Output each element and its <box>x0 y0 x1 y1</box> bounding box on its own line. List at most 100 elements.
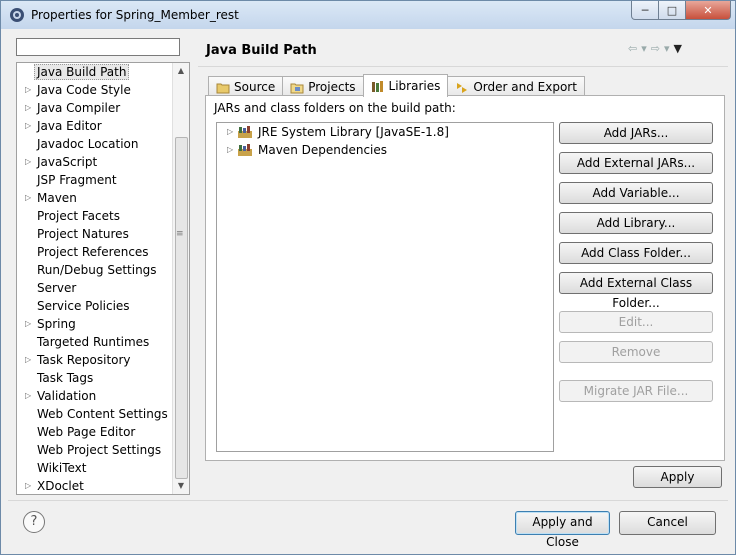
library-entry-label: Maven Dependencies <box>258 143 388 157</box>
view-menu-icon[interactable]: ▼ <box>674 42 682 55</box>
projects-folder-icon <box>290 81 304 94</box>
nav-item-label: JavaScript <box>37 155 98 169</box>
expand-arrow-icon[interactable]: ▷ <box>25 117 31 135</box>
order-export-icon <box>455 81 469 94</box>
expand-arrow-icon[interactable]: ▷ <box>227 123 233 141</box>
nav-item-label: Java Code Style <box>37 83 131 97</box>
nav-item[interactable]: ▷ Maven <box>17 189 173 207</box>
close-button[interactable]: ✕ <box>686 1 731 20</box>
expand-arrow-icon[interactable]: ▷ <box>25 153 31 171</box>
apply-and-close-button[interactable]: Apply and Close <box>515 511 610 549</box>
add-external-jars-button[interactable]: Add External JARs... <box>559 152 713 174</box>
nav-item[interactable]: ▷ Validation <box>17 387 173 405</box>
library-entry[interactable]: ▷ JRE System Library [JavaSE-1.8] <box>217 123 553 141</box>
nav-item[interactable]: Targeted Runtimes <box>17 333 173 351</box>
nav-item[interactable]: Java Build Path <box>17 63 173 81</box>
library-entry-label: JRE System Library [JavaSE-1.8] <box>258 125 449 139</box>
nav-item[interactable]: ▷ XDoclet <box>17 477 173 494</box>
nav-item[interactable]: ▷ Task Repository <box>17 351 173 369</box>
nav-item-label: Project Facets <box>37 209 120 223</box>
migrate-jar-button[interactable]: Migrate JAR File... <box>559 380 713 402</box>
expand-arrow-icon[interactable]: ▷ <box>25 351 31 369</box>
nav-item[interactable]: Project Natures <box>17 225 173 243</box>
nav-item-label: Run/Debug Settings <box>37 263 157 277</box>
expand-arrow-icon[interactable]: ▷ <box>227 141 233 159</box>
add-external-class-folder-button[interactable]: Add External Class Folder... <box>559 272 713 310</box>
nav-item[interactable]: WikiText <box>17 459 173 477</box>
nav-item-label: Service Policies <box>37 299 130 313</box>
minimize-button[interactable]: ─ <box>631 1 659 20</box>
nav-item[interactable]: JSP Fragment <box>17 171 173 189</box>
nav-item[interactable]: Web Content Settings <box>17 405 173 423</box>
build-path-tabs: Source Projects Libraries Order and Export <box>208 74 585 97</box>
nav-item[interactable]: Run/Debug Settings <box>17 261 173 279</box>
tab-projects[interactable]: Projects <box>282 76 364 97</box>
nav-item[interactable]: ▷ Java Compiler <box>17 99 173 117</box>
nav-item[interactable]: Service Policies <box>17 297 173 315</box>
scroll-up-icon[interactable]: ▲ <box>173 63 189 79</box>
help-icon[interactable]: ? <box>23 511 45 533</box>
back-menu-icon[interactable]: ▾ <box>641 42 647 55</box>
add-variable-button[interactable]: Add Variable... <box>559 182 713 204</box>
nav-item-label: Validation <box>37 389 97 403</box>
tree-scrollbar[interactable]: ▲ ≡ ▼ <box>172 63 189 494</box>
cancel-button[interactable]: Cancel <box>619 511 716 535</box>
nav-item[interactable]: ▷ Java Code Style <box>17 81 173 99</box>
nav-item[interactable]: ▷ Spring <box>17 315 173 333</box>
tab-libraries[interactable]: Libraries <box>362 74 449 97</box>
libraries-tree: ▷ JRE System Library [JavaSE-1.8] ▷ Maven D… <box>216 122 554 452</box>
forward-arrow-icon[interactable]: ⇨ <box>651 42 660 55</box>
back-arrow-icon[interactable]: ⇦ <box>628 42 637 55</box>
nav-item-label: Java Editor <box>37 119 102 133</box>
tab-label: Source <box>234 80 276 94</box>
caption-buttons: ─ □ ✕ <box>631 1 731 21</box>
nav-item-label: Javadoc Location <box>37 137 139 151</box>
filter-input[interactable] <box>16 38 180 56</box>
maximize-icon: □ <box>666 3 678 17</box>
nav-item-label: Web Page Editor <box>37 425 136 439</box>
nav-item-label: Server <box>37 281 77 295</box>
tab-order-and-export[interactable]: Order and Export <box>447 76 585 97</box>
nav-item[interactable]: Project References <box>17 243 173 261</box>
remove-button[interactable]: Remove <box>559 341 713 363</box>
tab-source[interactable]: Source <box>208 76 284 97</box>
expand-arrow-icon[interactable]: ▷ <box>25 387 31 405</box>
expand-arrow-icon[interactable]: ▷ <box>25 81 31 99</box>
expand-arrow-icon[interactable]: ▷ <box>25 99 31 117</box>
nav-item-label: Maven <box>37 191 77 205</box>
nav-item[interactable]: ▷ JavaScript <box>17 153 173 171</box>
nav-item[interactable]: Web Project Settings <box>17 441 173 459</box>
add-class-folder-button[interactable]: Add Class Folder... <box>559 242 713 264</box>
nav-item[interactable]: Web Page Editor <box>17 423 173 441</box>
nav-item-label: WikiText <box>37 461 87 475</box>
add-jars-button[interactable]: Add JARs... <box>559 122 713 144</box>
expand-arrow-icon[interactable]: ▷ <box>25 477 31 494</box>
expand-arrow-icon[interactable]: ▷ <box>25 315 31 333</box>
dialog-content: Java Build Path ▷ Java Code Style ▷ Java Com… <box>8 30 728 549</box>
nav-item[interactable]: Task Tags <box>17 369 173 387</box>
history-navigation: ⇦ ▾ ⇨ ▾ ▼ <box>628 42 682 55</box>
nav-item[interactable]: ▷ Java Editor <box>17 117 173 135</box>
scroll-thumb[interactable] <box>175 137 188 479</box>
scroll-down-icon[interactable]: ▼ <box>173 478 189 494</box>
libraries-icon <box>371 80 385 93</box>
forward-menu-icon[interactable]: ▾ <box>664 42 670 55</box>
maximize-button[interactable]: □ <box>659 1 686 20</box>
expand-arrow-icon[interactable]: ▷ <box>25 189 31 207</box>
nav-item[interactable]: Server <box>17 279 173 297</box>
title-bar: Properties for Spring_Member_rest ─ □ ✕ <box>1 1 735 29</box>
library-icon <box>237 126 253 139</box>
add-library-button[interactable]: Add Library... <box>559 212 713 234</box>
nav-item[interactable]: Project Facets <box>17 207 173 225</box>
nav-item[interactable]: Javadoc Location <box>17 135 173 153</box>
tab-label: Projects <box>308 80 356 94</box>
nav-item-label: Java Compiler <box>37 101 121 115</box>
property-page-list: Java Build Path ▷ Java Code Style ▷ Java Com… <box>17 63 173 494</box>
build-path-label: JARs and class folders on the build path… <box>214 101 456 115</box>
apply-button[interactable]: Apply <box>633 466 722 488</box>
library-icon <box>237 144 253 157</box>
nav-item-label: Java Build Path <box>34 64 130 80</box>
library-entry[interactable]: ▷ Maven Dependencies <box>217 141 553 159</box>
edit-button[interactable]: Edit... <box>559 311 713 333</box>
close-icon: ✕ <box>703 3 713 17</box>
